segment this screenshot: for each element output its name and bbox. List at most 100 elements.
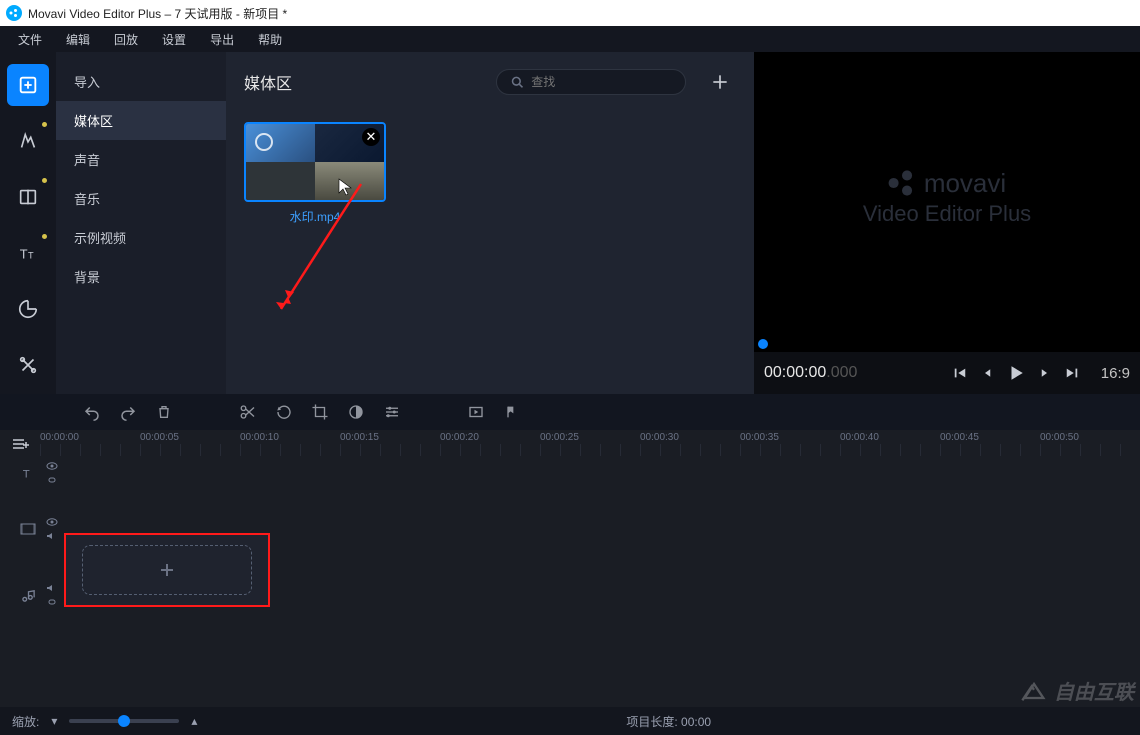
audio-track-icon	[21, 588, 36, 603]
marker-button[interactable]	[498, 398, 526, 426]
nav-import[interactable]: 导入	[56, 62, 226, 101]
svg-text:T: T	[23, 468, 30, 480]
rail-transitions-button[interactable]	[7, 176, 49, 218]
rail-notify-dot-icon	[42, 122, 47, 127]
zoom-slider[interactable]	[69, 719, 179, 723]
mute-icon[interactable]	[46, 531, 58, 541]
preview-placeholder-logo: movavi	[888, 168, 1006, 199]
rail-stickers-button[interactable]	[7, 288, 49, 330]
color-adjust-button[interactable]	[342, 398, 370, 426]
clip-properties-button[interactable]	[378, 398, 406, 426]
corner-watermark: 自由互联	[1020, 676, 1134, 705]
menu-settings[interactable]: 设置	[152, 27, 196, 52]
project-length-label: 项目长度: 00:00	[626, 713, 711, 730]
search-icon	[511, 75, 523, 89]
zoom-label: 缩放:	[12, 713, 39, 730]
preview-scrub-bar[interactable]	[754, 342, 1140, 352]
step-forward-button[interactable]	[1033, 362, 1055, 384]
video-drop-zone[interactable]	[82, 545, 252, 595]
media-clip-thumbnail[interactable]: ✕	[244, 122, 386, 202]
undo-button[interactable]	[78, 398, 106, 426]
app-logo-icon	[6, 5, 22, 21]
title-track[interactable]: T	[0, 458, 1140, 488]
preview-brand-text: movavi	[924, 168, 1006, 199]
add-track-button[interactable]	[10, 437, 30, 451]
media-header: 媒体区	[244, 66, 736, 98]
status-bar: 缩放: ▾ ▴ 项目长度: 00:00	[0, 707, 1140, 735]
zoom-in-button[interactable]: ▴	[191, 714, 197, 728]
visibility-icon[interactable]	[46, 461, 58, 471]
step-back-button[interactable]	[977, 362, 999, 384]
visibility-icon[interactable]	[46, 517, 58, 527]
rail-import-button[interactable]	[7, 64, 49, 106]
rail-more-tools-button[interactable]	[7, 344, 49, 386]
ruler-tick: 00:00:10	[240, 432, 340, 443]
zoom-out-button[interactable]: ▾	[51, 714, 57, 728]
video-track-icon	[20, 522, 36, 536]
nav-list: 导入 媒体区 声音 音乐 示例视频 背景	[56, 52, 226, 394]
prev-clip-button[interactable]	[949, 362, 971, 384]
play-overlay-icon	[255, 133, 273, 151]
timeline: 00:00:00 00:00:05 00:00:10 00:00:15 00:0…	[0, 430, 1140, 698]
menu-export[interactable]: 导出	[200, 27, 244, 52]
preview-viewport[interactable]: movavi Video Editor Plus	[754, 52, 1140, 342]
transition-wizard-button[interactable]	[462, 398, 490, 426]
link-icon[interactable]	[46, 475, 58, 485]
menu-bar: 文件 编辑 回放 设置 导出 帮助	[0, 26, 1140, 52]
drop-zone-highlight	[64, 533, 270, 607]
ruler-tick: 00:00:30	[640, 432, 740, 443]
nav-music[interactable]: 音乐	[56, 179, 226, 218]
nav-backgrounds[interactable]: 背景	[56, 257, 226, 296]
nav-media-bin[interactable]: 媒体区	[56, 101, 226, 140]
rail-notify-dot-icon	[42, 234, 47, 239]
main-row: TT 导入 媒体区 声音 音乐 示例视频 背景 媒体区	[0, 52, 1140, 394]
timeline-toolbar	[0, 394, 1140, 430]
delete-button[interactable]	[150, 398, 178, 426]
media-clip[interactable]: ✕ 水印.mp4	[244, 122, 386, 225]
rail-notify-dot-icon	[42, 178, 47, 183]
preview-pane: movavi Video Editor Plus 00:00:00.000 16…	[754, 52, 1140, 394]
video-track[interactable]	[0, 488, 1140, 570]
redo-button[interactable]	[114, 398, 142, 426]
ruler-tick: 00:00:00	[40, 432, 140, 443]
zoom-slider-knob[interactable]	[118, 715, 130, 727]
nav-sample-video[interactable]: 示例视频	[56, 218, 226, 257]
search-field[interactable]	[496, 69, 686, 95]
preview-controls: 00:00:00.000 16:9	[754, 352, 1140, 394]
rail-titles-button[interactable]: TT	[7, 232, 49, 274]
menu-playback[interactable]: 回放	[104, 27, 148, 52]
remove-clip-button[interactable]: ✕	[362, 128, 380, 146]
window-title: Movavi Video Editor Plus – 7 天试用版 - 新项目 …	[28, 5, 287, 22]
ruler-tick: 00:00:35	[740, 432, 840, 443]
rotate-button[interactable]	[270, 398, 298, 426]
split-button[interactable]	[234, 398, 262, 426]
ruler-tick: 00:00:15	[340, 432, 440, 443]
menu-edit[interactable]: 编辑	[56, 27, 100, 52]
rail-filters-button[interactable]	[7, 120, 49, 162]
ruler-tick: 00:00:40	[840, 432, 940, 443]
add-media-button[interactable]	[704, 66, 736, 98]
play-button[interactable]	[1005, 362, 1027, 384]
search-input[interactable]	[531, 75, 671, 89]
next-clip-button[interactable]	[1061, 362, 1083, 384]
ruler-tick: 00:00:45	[940, 432, 1040, 443]
ruler-tick: 00:00:50	[1040, 432, 1140, 443]
title-track-icon: T	[21, 466, 35, 480]
svg-text:T: T	[28, 251, 34, 261]
menu-help[interactable]: 帮助	[248, 27, 292, 52]
mute-icon[interactable]	[46, 583, 58, 593]
tool-rail: TT	[0, 52, 56, 394]
link-icon[interactable]	[46, 597, 58, 607]
nav-sounds[interactable]: 声音	[56, 140, 226, 179]
crop-button[interactable]	[306, 398, 334, 426]
preview-aspect: 16:9	[1101, 365, 1130, 382]
preview-scrub-knob[interactable]	[758, 339, 768, 349]
preview-timecode: 00:00:00.000	[764, 364, 857, 382]
window-title-bar: Movavi Video Editor Plus – 7 天试用版 - 新项目 …	[0, 0, 1140, 26]
menu-file[interactable]: 文件	[8, 27, 52, 52]
media-title: 媒体区	[244, 70, 292, 94]
preview-brand-subtitle: Video Editor Plus	[863, 201, 1031, 227]
ruler-tick: 00:00:25	[540, 432, 640, 443]
timeline-ruler[interactable]: 00:00:00 00:00:05 00:00:10 00:00:15 00:0…	[0, 430, 1140, 458]
plus-icon	[158, 561, 176, 579]
